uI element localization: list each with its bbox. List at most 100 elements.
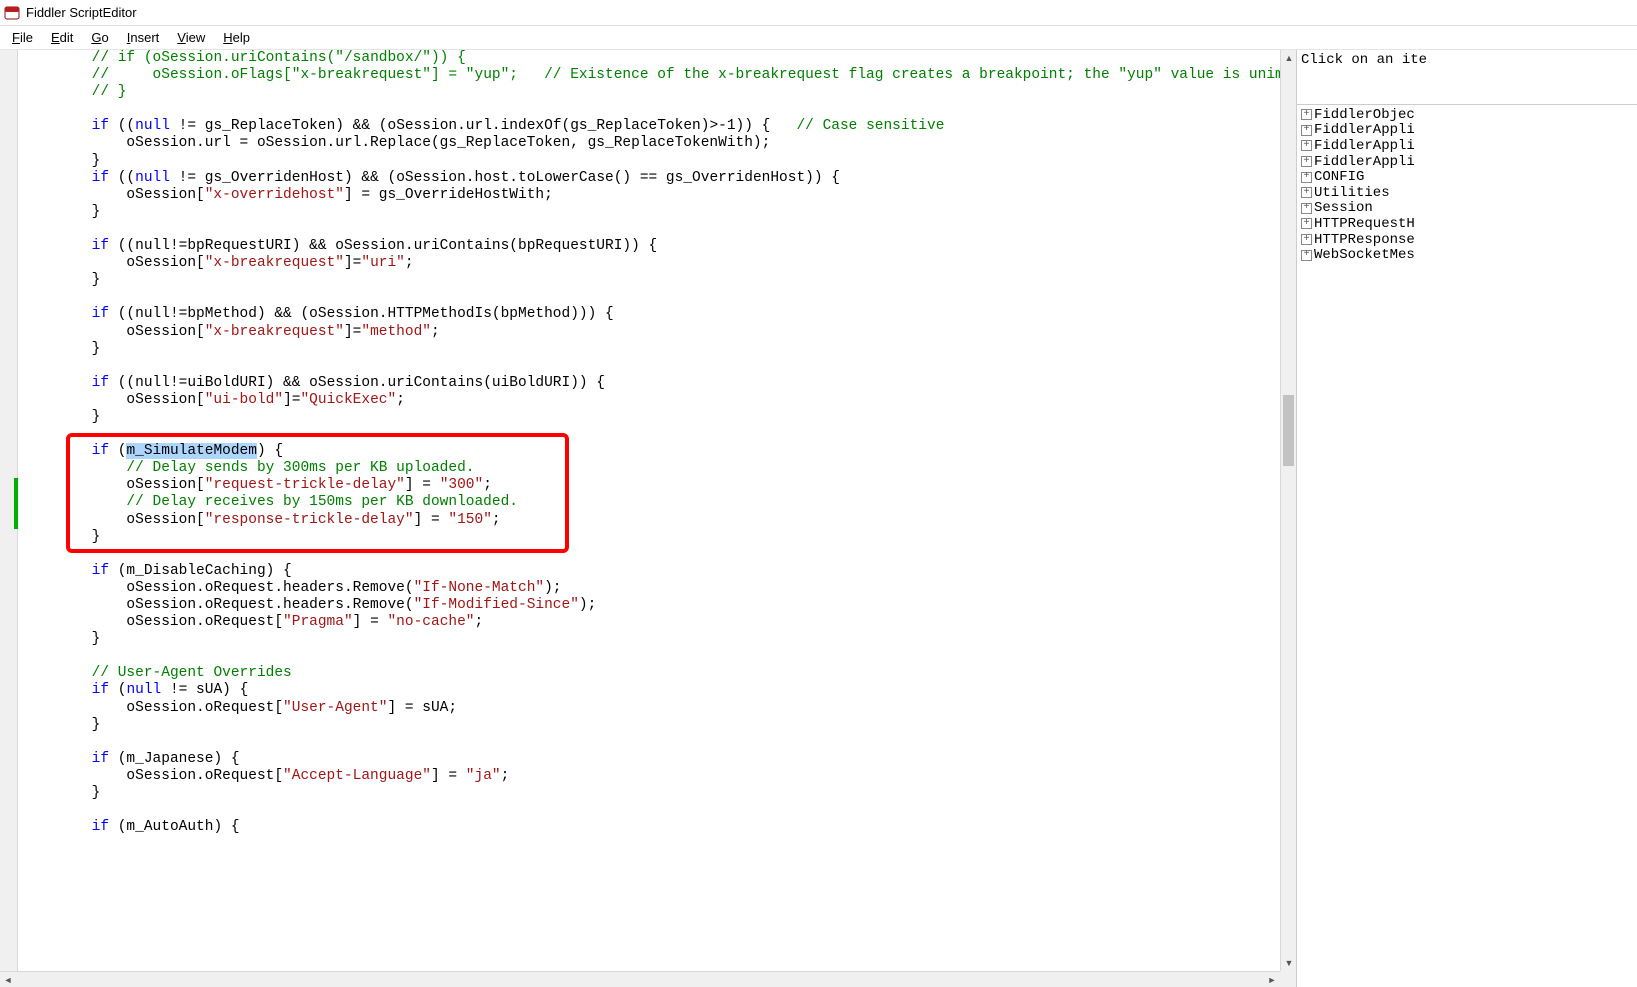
code-line[interactable]: if ((null != gs_OverridenHost) && (oSess… [22,170,1280,187]
tree-item[interactable]: +Utilities [1297,185,1637,201]
tree-item-label: CONFIG [1314,169,1364,185]
expand-icon[interactable]: + [1301,234,1312,245]
tree-item-label: FiddlerAppli [1314,154,1415,170]
scroll-corner [1280,971,1296,987]
tree-item-label: FiddlerObjec [1314,107,1415,123]
right-pane: Click on an ite +FiddlerObjec+FiddlerApp… [1297,50,1637,987]
class-tree[interactable]: +FiddlerObjec+FiddlerAppli+FiddlerAppli+… [1297,105,1637,987]
scroll-down-button[interactable]: ▼ [1281,955,1297,971]
code-line[interactable]: if ((null != gs_ReplaceToken) && (oSessi… [22,118,1280,135]
code-line[interactable]: oSession["x-breakrequest"]="method"; [22,324,1280,341]
content-area: // if (oSession.uriContains("/sandbox/")… [0,50,1637,987]
code-line[interactable]: } [22,341,1280,358]
change-marker [14,512,18,529]
tree-item-label: WebSocketMes [1314,247,1415,263]
code-line[interactable]: oSession.oRequest["Accept-Language"] = "… [22,768,1280,785]
code-line[interactable] [22,734,1280,751]
expand-icon[interactable]: + [1301,218,1312,229]
expand-icon[interactable]: + [1301,250,1312,261]
tree-item-label: FiddlerAppli [1314,122,1415,138]
editor-pane: // if (oSession.uriContains("/sandbox/")… [0,50,1297,987]
code-line[interactable] [22,358,1280,375]
tree-item[interactable]: +HTTPRequestH [1297,216,1637,232]
tree-item[interactable]: +CONFIG [1297,169,1637,185]
tree-item[interactable]: +FiddlerAppli [1297,123,1637,139]
code-line[interactable]: if (m_AutoAuth) { [22,819,1280,836]
vertical-scrollbar[interactable]: ▲ ▼ [1280,50,1296,971]
tree-item[interactable]: +FiddlerAppli [1297,154,1637,170]
menu-help[interactable]: Help [215,28,258,47]
code-line[interactable]: if ((null!=uiBoldURI) && oSession.uriCon… [22,375,1280,392]
tree-item-label: HTTPResponse [1314,232,1415,248]
scroll-track[interactable] [1281,66,1296,955]
code-line[interactable]: if ((null!=bpMethod) && (oSession.HTTPMe… [22,306,1280,323]
scroll-thumb[interactable] [1283,395,1294,466]
horizontal-scrollbar[interactable]: ◄ ► [0,971,1280,987]
code-line[interactable]: // oSession.oFlags["x-breakrequest"] = "… [22,67,1280,84]
code-line[interactable]: oSession["response-trickle-delay"] = "15… [22,512,1280,529]
code-line[interactable]: // } [22,84,1280,101]
expand-icon[interactable]: + [1301,125,1312,136]
tree-item[interactable]: +FiddlerObjec [1297,107,1637,123]
code-line[interactable]: oSession.oRequest.headers.Remove("If-Mod… [22,597,1280,614]
code-line[interactable] [22,101,1280,118]
code-line[interactable]: // User-Agent Overrides [22,665,1280,682]
menu-edit[interactable]: Edit [43,28,81,47]
expand-icon[interactable]: + [1301,156,1312,167]
code-line[interactable]: // Delay receives by 150ms per KB downlo… [22,494,1280,511]
expand-icon[interactable]: + [1301,172,1312,183]
titlebar: Fiddler ScriptEditor [0,0,1637,26]
code-line[interactable]: } [22,409,1280,426]
change-marker [14,478,18,512]
code-line[interactable]: if (m_DisableCaching) { [22,563,1280,580]
code-line[interactable]: oSession["x-overridehost"] = gs_Override… [22,187,1280,204]
tree-item-label: HTTPRequestH [1314,216,1415,232]
code-line[interactable]: oSession["request-trickle-delay"] = "300… [22,477,1280,494]
code-line[interactable]: oSession["x-breakrequest"]="uri"; [22,255,1280,272]
window-title: Fiddler ScriptEditor [26,5,137,20]
scroll-up-button[interactable]: ▲ [1281,50,1297,66]
tree-item[interactable]: +WebSocketMes [1297,247,1637,263]
menu-insert[interactable]: Insert [119,28,168,47]
tree-item[interactable]: +HTTPResponse [1297,232,1637,248]
code-line[interactable] [22,426,1280,443]
tree-item-label: Session [1314,200,1373,216]
code-line[interactable]: if (m_Japanese) { [22,751,1280,768]
scroll-left-button[interactable]: ◄ [0,972,16,987]
code-line[interactable]: } [22,631,1280,648]
code-editor[interactable]: // if (oSession.uriContains("/sandbox/")… [22,50,1280,971]
code-line[interactable]: oSession.url = oSession.url.Replace(gs_R… [22,135,1280,152]
code-line[interactable] [22,221,1280,238]
expand-icon[interactable]: + [1301,187,1312,198]
menu-go[interactable]: Go [83,28,116,47]
expand-icon[interactable]: + [1301,203,1312,214]
code-line[interactable]: if ((null!=bpRequestURI) && oSession.uri… [22,238,1280,255]
code-line[interactable]: oSession["ui-bold"]="QuickExec"; [22,392,1280,409]
scroll-right-button[interactable]: ► [1264,972,1280,987]
tree-item-label: Utilities [1314,185,1390,201]
expand-icon[interactable]: + [1301,109,1312,120]
code-line[interactable] [22,289,1280,306]
code-line[interactable]: // if (oSession.uriContains("/sandbox/")… [22,50,1280,67]
code-line[interactable]: } [22,153,1280,170]
code-line[interactable] [22,648,1280,665]
code-line[interactable]: if (null != sUA) { [22,682,1280,699]
app-icon [4,5,20,21]
code-line[interactable]: // Delay sends by 300ms per KB uploaded. [22,460,1280,477]
code-line[interactable]: } [22,785,1280,802]
code-line[interactable] [22,546,1280,563]
code-line[interactable]: } [22,529,1280,546]
menu-view[interactable]: View [169,28,213,47]
tree-item[interactable]: +Session [1297,201,1637,217]
code-line[interactable]: oSession.oRequest.headers.Remove("If-Non… [22,580,1280,597]
code-line[interactable]: } [22,717,1280,734]
tree-item[interactable]: +FiddlerAppli [1297,138,1637,154]
expand-icon[interactable]: + [1301,140,1312,151]
code-line[interactable]: oSession.oRequest["User-Agent"] = sUA; [22,700,1280,717]
code-line[interactable]: } [22,272,1280,289]
code-line[interactable]: oSession.oRequest["Pragma"] = "no-cache"… [22,614,1280,631]
menu-file[interactable]: File [4,28,41,47]
code-line[interactable]: } [22,204,1280,221]
code-line[interactable]: if (m_SimulateModem) { [22,443,1280,460]
code-line[interactable] [22,802,1280,819]
